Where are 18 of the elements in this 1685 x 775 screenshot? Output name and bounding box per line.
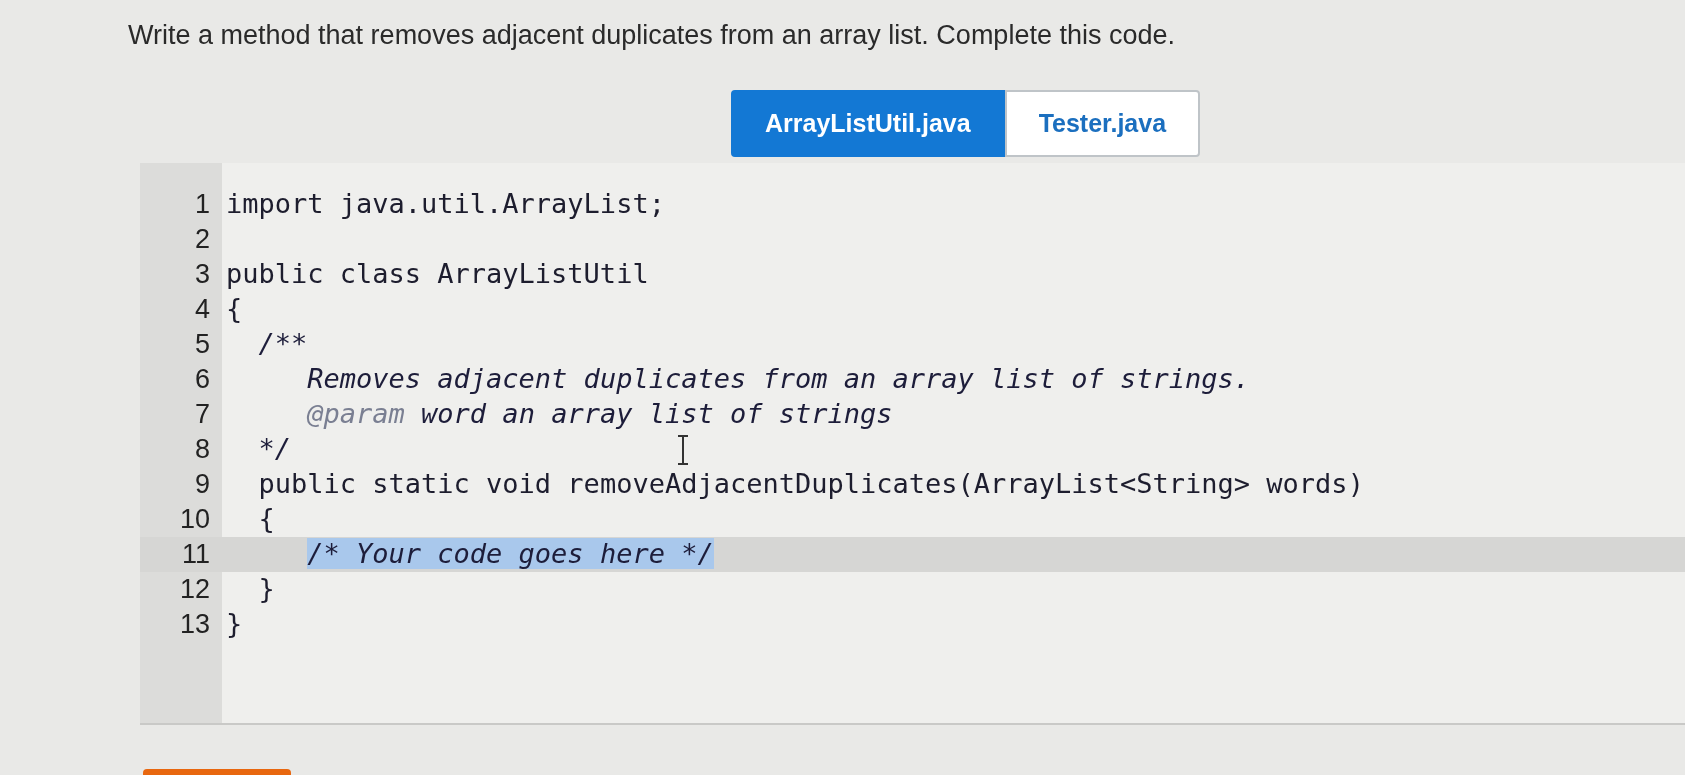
line-number: 8 <box>193 433 210 467</box>
line-number: 12 <box>178 573 210 607</box>
line-number: 10 <box>178 503 210 537</box>
line-number: 1 <box>193 188 210 222</box>
code-line[interactable]: import java.util.ArrayList; <box>226 184 665 225</box>
file-tab[interactable]: Tester.java <box>1004 90 1201 157</box>
line-number: 4 <box>193 293 210 327</box>
line-number: 3 <box>193 258 210 292</box>
line-number: 9 <box>193 468 210 502</box>
line-number: 11 <box>180 538 210 572</box>
prompt-text: Write a method that removes adjacent duplicates from an array list. Complete this code. <box>128 19 1176 52</box>
line-number: 2 <box>193 223 210 257</box>
text-cursor-icon <box>676 435 690 465</box>
file-tab[interactable]: ArrayListUtil.java <box>731 90 1005 157</box>
line-number: 5 <box>193 328 210 362</box>
line-number: 6 <box>193 363 210 397</box>
line-number: 13 <box>178 608 210 642</box>
line-number: 7 <box>193 398 210 432</box>
